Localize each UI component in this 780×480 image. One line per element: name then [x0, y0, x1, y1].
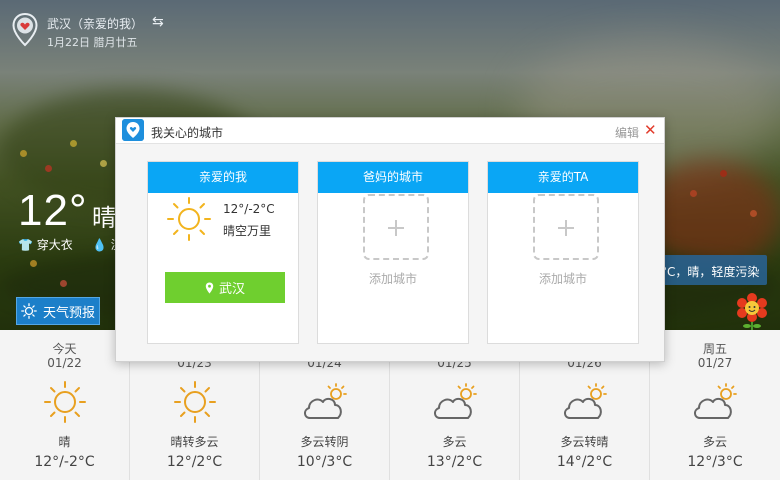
day-description: 多云转阴 — [300, 435, 349, 449]
city-card-me[interactable]: 亲爱的我 12°/-2°C 晴空万里 武汉 — [147, 161, 299, 344]
day-name: 今天 — [52, 342, 77, 356]
day-temperature: 14°/2°C — [556, 454, 613, 470]
day-temperature: 13°/2°C — [426, 454, 483, 470]
sun-icon — [174, 381, 216, 423]
city-name[interactable]: 武汉（亲爱的我） — [47, 15, 143, 32]
current-condition: 晴 — [92, 204, 116, 232]
clothing-label: 穿大衣 — [36, 238, 73, 252]
location-pin-icon — [12, 13, 38, 47]
day-date: 01/27 — [697, 356, 733, 370]
forecast-day[interactable]: 今天 01/22 晴 12°/-2°C — [0, 330, 130, 480]
sun-icon — [44, 381, 86, 423]
droplet-icon: 💧 — [92, 238, 107, 252]
day-temperature: 12°/2°C — [166, 454, 223, 470]
day-description: 多云 — [702, 435, 727, 449]
date-label: 1月22日 腊月廿五 — [47, 36, 138, 49]
city-card-ta[interactable]: 亲爱的TA 添加城市 — [487, 161, 639, 344]
cloud-sun-icon — [304, 383, 347, 419]
day-description: 晴 — [58, 435, 71, 449]
card-description: 晴空万里 — [223, 224, 272, 238]
edit-button[interactable]: 编辑 — [615, 124, 639, 141]
day-name: 周五 — [702, 342, 727, 356]
card-temperature: 12°/-2°C — [223, 202, 275, 216]
city-button-label: 武汉 — [218, 282, 245, 297]
sun-icon — [167, 197, 211, 241]
day-description: 晴转多云 — [170, 435, 219, 449]
card-title: 爸妈的城市 — [318, 162, 468, 193]
cared-cities-dialog: 我关心的城市 编辑 ✕ 亲爱的我 12°/-2°C 晴空万里 武汉 爸妈的城市 — [115, 117, 665, 362]
location-pin-icon — [205, 282, 214, 293]
card-title: 亲爱的TA — [488, 162, 638, 193]
current-temperature: 12° — [18, 186, 88, 235]
dialog-header: 我关心的城市 编辑 ✕ — [116, 118, 664, 144]
sun-icon — [21, 303, 37, 319]
add-city-label[interactable]: 添加城市 — [318, 270, 468, 287]
cloud-sun-icon — [564, 383, 607, 419]
day-temperature: 10°/3°C — [296, 454, 353, 470]
add-city-icon[interactable] — [363, 194, 429, 260]
day-date: 01/22 — [47, 356, 82, 370]
add-city-icon[interactable] — [533, 194, 599, 260]
forecast-day[interactable]: 周五 01/27 多云 12°/3°C — [650, 330, 780, 480]
add-city-label[interactable]: 添加城市 — [488, 270, 638, 287]
card-title: 亲爱的我 — [148, 162, 298, 193]
day-temperature: 12°/3°C — [687, 454, 743, 470]
day-description: 多云转晴 — [560, 435, 609, 449]
cloud-sun-icon — [434, 383, 477, 419]
air-quality-bubble[interactable]: °C，晴，轻度污染 — [655, 255, 768, 285]
city-button[interactable]: 武汉 — [165, 272, 285, 303]
cloud-sun-icon — [694, 383, 737, 419]
close-icon[interactable]: ✕ — [644, 121, 657, 139]
city-card-parents[interactable]: 爸妈的城市 添加城市 — [317, 161, 469, 344]
shirt-icon: 👕 — [18, 238, 33, 252]
clothing-index: 👕 穿大衣 — [18, 236, 73, 253]
day-description: 多云 — [442, 435, 467, 449]
forecast-button-label: 天气预报 — [42, 305, 95, 321]
dialog-title: 我关心的城市 — [151, 126, 224, 140]
swap-city-icon[interactable]: ⇆ — [152, 14, 164, 30]
day-temperature: 12°/-2°C — [34, 454, 95, 470]
flower-mascot-icon[interactable] — [735, 292, 769, 330]
app-logo-icon — [122, 119, 144, 141]
weather-forecast-button[interactable]: 天气预报 — [16, 297, 100, 325]
